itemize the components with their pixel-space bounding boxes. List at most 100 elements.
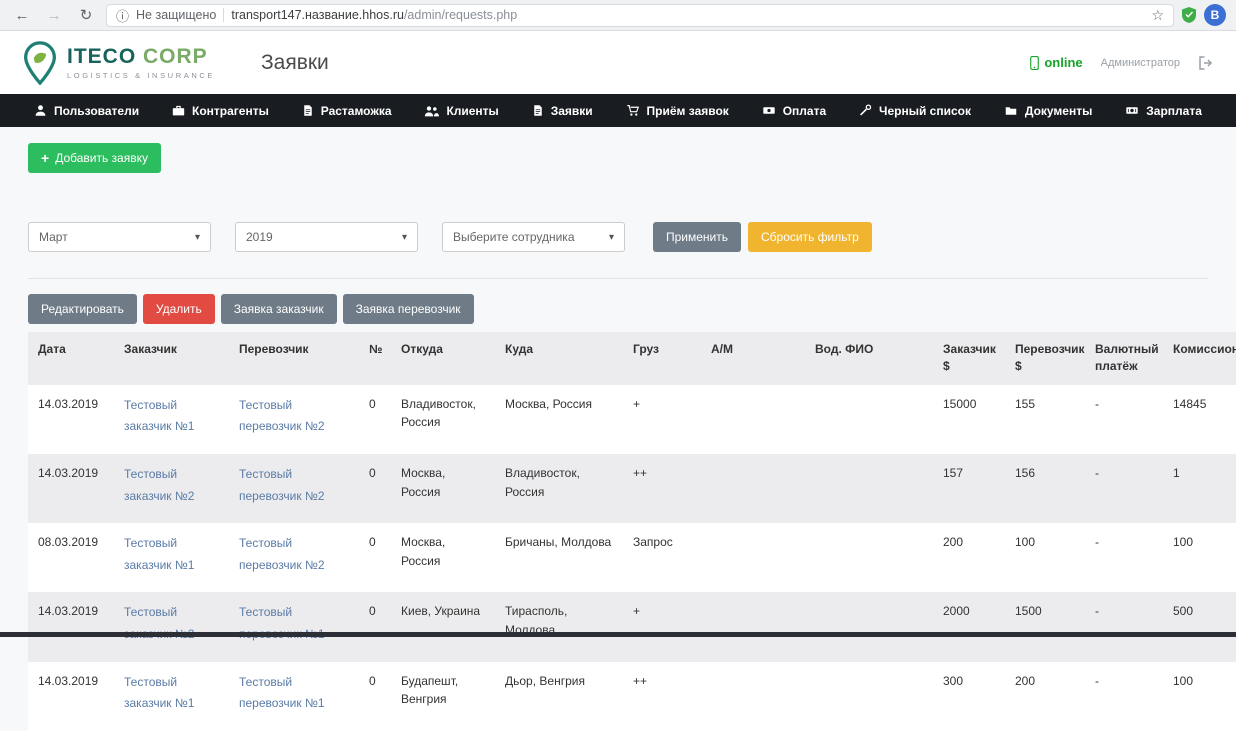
logo-subtitle: LOGISTICS & INSURANCE: [67, 71, 215, 80]
cart-icon: [626, 104, 640, 117]
nav-item-contractors[interactable]: Контрагенты: [172, 104, 269, 118]
customer-request-button[interactable]: Заявка заказчик: [220, 294, 337, 324]
cell-customer: Тестовый заказчик №1: [114, 662, 229, 731]
adblock-shield-icon[interactable]: [1182, 7, 1196, 23]
nav-item-users[interactable]: Пользователи: [34, 104, 139, 118]
cell-customer_usd: 2000: [943, 604, 970, 619]
year-select[interactable]: 2019 ▾: [235, 222, 418, 252]
content: + Добавить заявку Март ▾ 2019 ▾ Выберите…: [0, 127, 1236, 731]
address-bar[interactable]: ⓘ Не защищено transport147.название.hhos…: [106, 3, 1174, 27]
cell-from: Будапешт, Венгрия: [401, 673, 459, 707]
back-button[interactable]: ←: [10, 8, 34, 23]
logo-text: ITECO CORP: [67, 45, 208, 68]
cell-to: Тирасполь, Молдова: [505, 604, 568, 637]
reload-button[interactable]: ↻: [74, 8, 98, 23]
user-role-label: Администратор: [1100, 56, 1180, 69]
column-header-carrier_usd: Перевозчик $: [1005, 332, 1085, 385]
cell-customer_usd: 15000: [943, 396, 977, 411]
cell-currency: -: [1095, 535, 1099, 550]
cell-carrier: Тестовый перевозчик №2: [229, 385, 359, 454]
security-label: Не защищено: [136, 8, 217, 22]
nav-item-customs[interactable]: Растаможка: [302, 104, 392, 118]
row-action-bar: Редактировать Удалить Заявка заказчик За…: [28, 294, 1208, 324]
customer-link[interactable]: Тестовый заказчик №2: [124, 602, 219, 645]
forward-button[interactable]: →: [42, 8, 66, 23]
edit-button[interactable]: Редактировать: [28, 294, 137, 324]
column-header-cargo: Груз: [623, 332, 701, 385]
cell-driver: [805, 454, 933, 523]
reset-filter-button[interactable]: Сбросить фильтр: [748, 222, 872, 252]
nav-item-label: Документы: [1024, 103, 1093, 118]
employee-select[interactable]: Выберите сотрудника ▾: [442, 222, 625, 252]
cell-driver: [805, 385, 933, 454]
browser-chrome: ← → ↻ ⓘ Не защищено transport147.названи…: [0, 0, 1236, 31]
nav-item-payment[interactable]: Оплата: [762, 104, 826, 118]
logout-icon[interactable]: [1198, 55, 1214, 71]
url-text: transport147.название.hhos.ru/admin/requ…: [231, 8, 518, 22]
cell-am: [701, 454, 805, 523]
requests-table-body: 14.03.2019 Тестовый заказчик №1 Тестовый п…: [28, 384, 1236, 731]
cell-num: 0: [369, 396, 376, 411]
column-header-customer_usd: Заказчик $: [933, 332, 1005, 385]
nav-item-label: Клиенты: [446, 103, 499, 118]
divider: [28, 278, 1208, 279]
column-header-driver: Вод. ФИО: [805, 332, 933, 385]
cell-currency: -: [1095, 604, 1099, 619]
carrier-link[interactable]: Тестовый перевозчик №1: [239, 672, 349, 715]
table-row[interactable]: 08.03.2019 Тестовый заказчик №1 Тестовый п…: [28, 523, 1236, 593]
nav-item-documents[interactable]: Документы: [1004, 104, 1092, 118]
chevron-down-icon: ▾: [194, 231, 200, 243]
cell-carrier_usd: 200: [1015, 673, 1036, 688]
plus-icon: +: [41, 150, 50, 166]
browser-profile-avatar[interactable]: В: [1204, 4, 1226, 26]
bookmark-star-icon[interactable]: ☆: [1151, 7, 1164, 24]
cell-to: Бричаны, Молдова: [505, 535, 612, 550]
customer-link[interactable]: Тестовый заказчик №1: [124, 672, 219, 715]
apply-filter-button[interactable]: Применить: [653, 222, 742, 252]
nav-item-intake[interactable]: Приём заявок: [626, 104, 729, 118]
nav-item-blacklist[interactable]: Черный список: [859, 104, 971, 118]
nav-item-requests[interactable]: Заявки: [532, 104, 593, 118]
cell-currency: -: [1095, 396, 1099, 411]
cell-driver: [805, 662, 933, 731]
carrier-link[interactable]: Тестовый перевозчик №2: [239, 533, 349, 576]
cell-carrier_usd: 156: [1015, 465, 1036, 480]
cell-cargo: ++: [633, 465, 648, 480]
carrier-link[interactable]: Тестовый перевозчик №2: [239, 464, 349, 507]
page-info-icon[interactable]: ⓘ: [116, 6, 129, 25]
cell-from: Москва, Россия: [401, 535, 446, 568]
customer-link[interactable]: Тестовый заказчик №1: [124, 533, 219, 576]
carrier-request-button[interactable]: Заявка перевозчик: [342, 294, 474, 324]
page-title: Заявки: [260, 50, 329, 74]
tool-icon: [859, 104, 872, 117]
cell-currency: -: [1095, 673, 1099, 688]
customer-link[interactable]: Тестовый заказчик №1: [124, 395, 219, 438]
user-icon: [34, 104, 47, 117]
cell-commission: 14845: [1173, 396, 1207, 411]
cell-date: 08.03.2019: [38, 535, 99, 550]
column-header-from: Откуда: [391, 332, 495, 385]
add-request-button[interactable]: + Добавить заявку: [28, 143, 161, 173]
cell-commission: 1: [1173, 465, 1180, 480]
cell-date: 14.03.2019: [38, 673, 99, 688]
company-logo[interactable]: ITECO CORP LOGISTICS & INSURANCE: [22, 40, 215, 85]
carrier-link[interactable]: Тестовый перевозчик №1: [239, 602, 349, 645]
table-row[interactable]: 14.03.2019 Тестовый заказчик №2 Тестовый п…: [28, 592, 1236, 662]
delete-button[interactable]: Удалить: [142, 294, 215, 324]
cell-commission: 100: [1173, 535, 1194, 550]
file-icon: [532, 104, 544, 117]
cell-num: 0: [369, 535, 376, 550]
table-row[interactable]: 14.03.2019 Тестовый заказчик №1 Тестовый п…: [28, 661, 1236, 731]
column-header-carrier: Перевозчик: [229, 332, 359, 385]
table-row[interactable]: 14.03.2019 Тестовый заказчик №1 Тестовый п…: [28, 384, 1236, 454]
cell-driver: [805, 592, 933, 661]
table-header-row: Дата Заказчик Перевозчик № Откуда Куда Груз А/М…: [28, 332, 1236, 385]
cell-carrier_usd: 155: [1015, 396, 1036, 411]
nav-item-clients[interactable]: Клиенты: [424, 103, 499, 118]
table-row[interactable]: 14.03.2019 Тестовый заказчик №2 Тестовый п…: [28, 453, 1236, 524]
cell-customer_usd: 157: [943, 465, 964, 480]
month-select[interactable]: Март ▾: [28, 222, 211, 252]
customer-link[interactable]: Тестовый заказчик №2: [124, 464, 219, 507]
carrier-link[interactable]: Тестовый перевозчик №2: [239, 395, 349, 438]
nav-item-salary[interactable]: Зарплата: [1125, 104, 1202, 118]
